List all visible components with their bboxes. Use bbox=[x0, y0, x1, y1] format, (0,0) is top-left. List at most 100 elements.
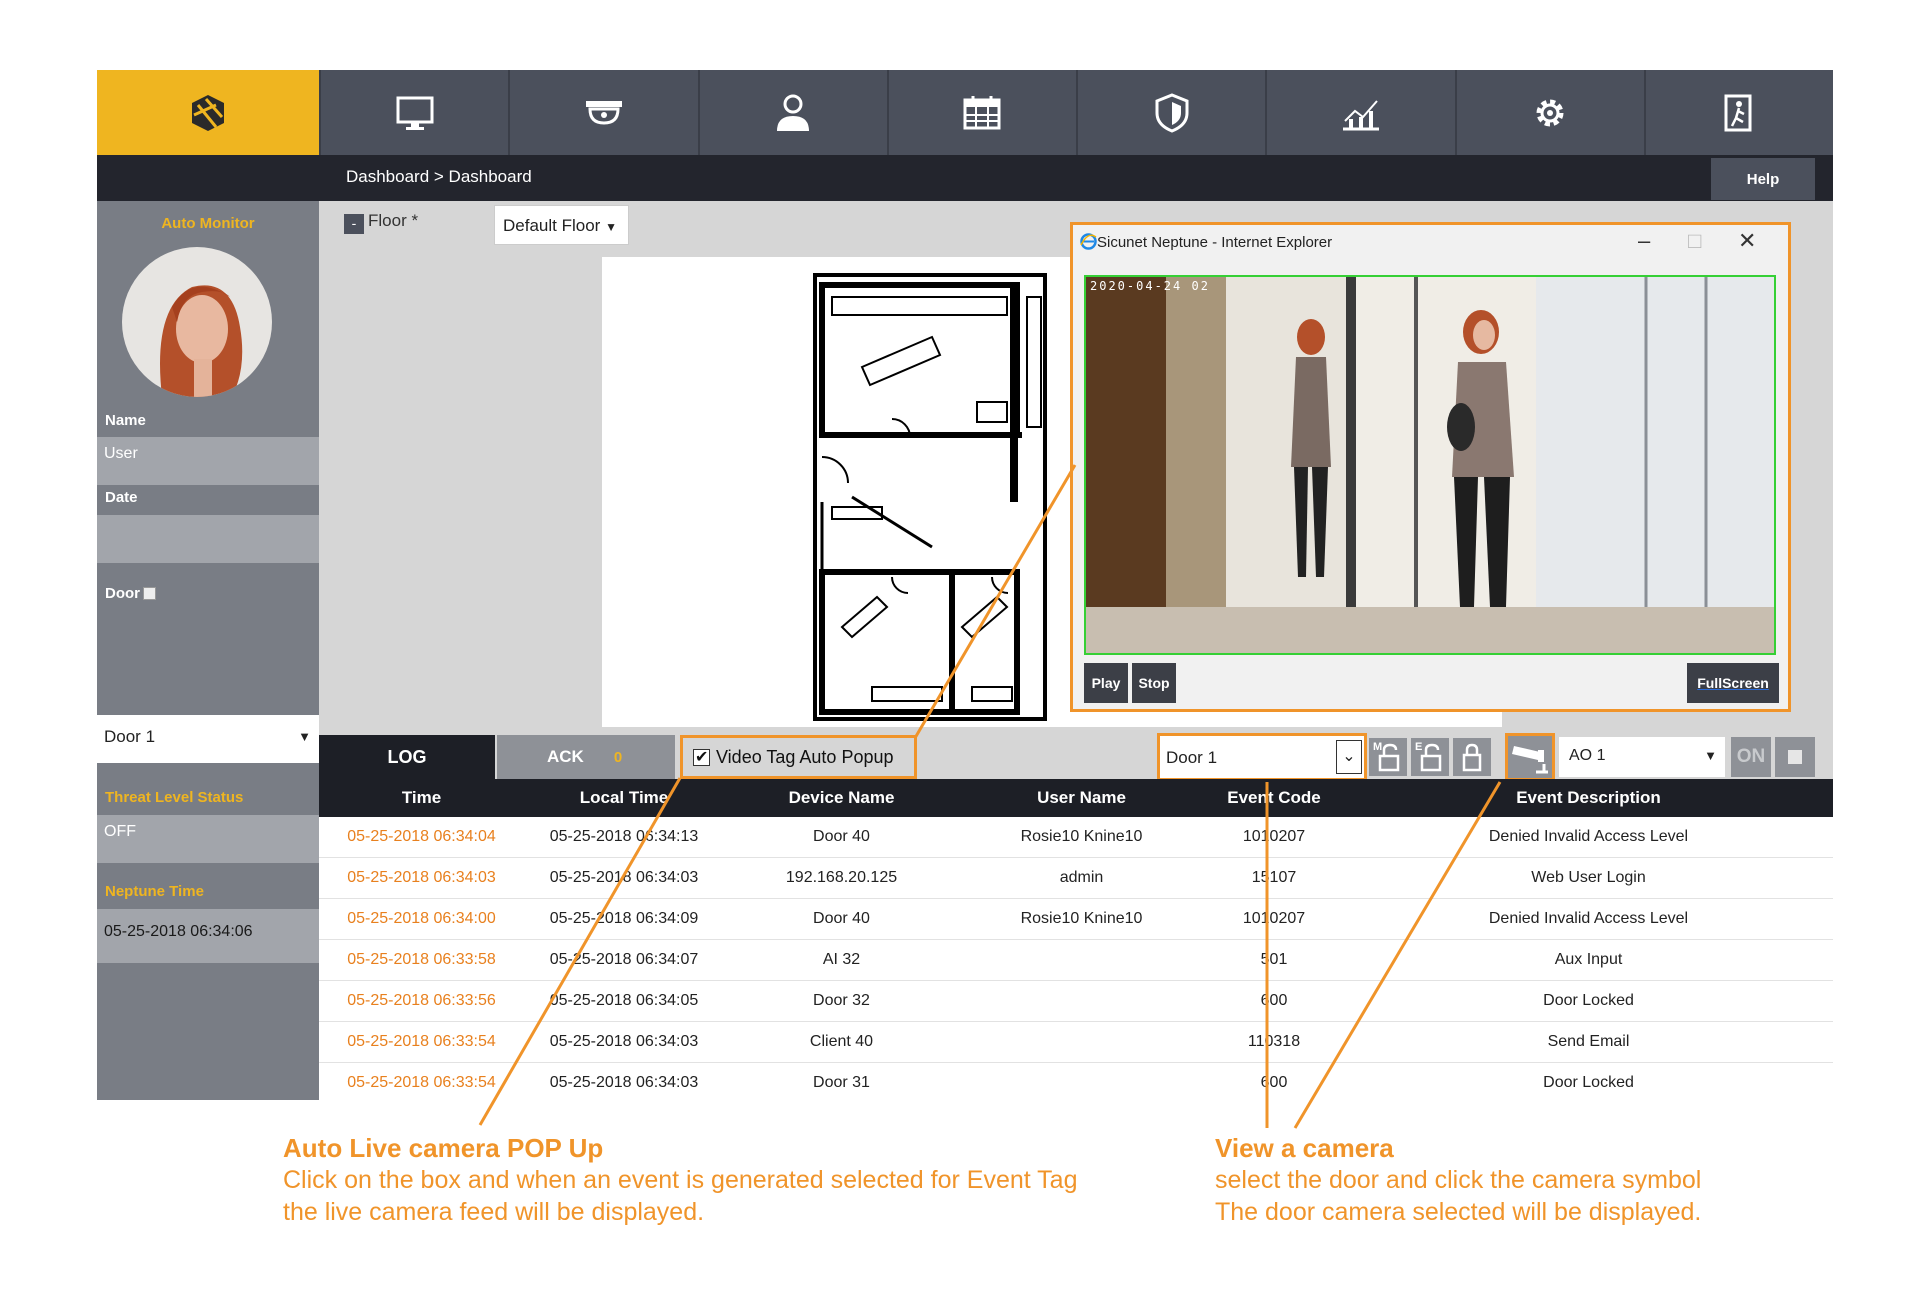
view-camera-button[interactable] bbox=[1505, 733, 1555, 781]
lock-icon[interactable] bbox=[1453, 738, 1491, 776]
door-checkbox[interactable] bbox=[143, 587, 156, 600]
table-row[interactable]: 05-25-2018 06:34:03 05-25-2018 06:34:03 19… bbox=[319, 858, 1833, 899]
cell-event-code: 600 bbox=[1260, 992, 1288, 1009]
col-event-description[interactable]: Event Description bbox=[1344, 779, 1833, 817]
maximize-icon[interactable]: □ bbox=[1688, 228, 1701, 254]
avatar bbox=[122, 247, 272, 397]
date-label: Date bbox=[105, 489, 138, 506]
table-body: 05-25-2018 06:34:04 05-25-2018 06:34:13 Do… bbox=[319, 817, 1833, 1100]
nav-settings[interactable] bbox=[1454, 70, 1644, 155]
col-event-code[interactable]: Event Code bbox=[1204, 779, 1344, 817]
minimize-icon[interactable]: – bbox=[1638, 228, 1650, 254]
door-select[interactable]: Door 1 ⌄ bbox=[1157, 733, 1367, 781]
table-row[interactable]: 05-25-2018 06:33:58 05-25-2018 06:34:07 AI… bbox=[319, 940, 1833, 981]
cell-time: 05-25-2018 06:33:56 bbox=[347, 992, 496, 1009]
live-camera-popup[interactable]: Sicunet Neptune - Internet Explorer – □ … bbox=[1070, 222, 1791, 712]
cell-user-name: admin bbox=[1059, 869, 1104, 886]
table-header: Time Local Time Device Name User Name Ev… bbox=[319, 779, 1833, 817]
gear-icon bbox=[1536, 99, 1564, 126]
floor-label-text: Floor * bbox=[368, 211, 419, 230]
cell-user-name bbox=[959, 940, 1204, 980]
fullscreen-button[interactable]: FullScreen bbox=[1687, 663, 1779, 703]
annotation-right-line1: select the door and click the camera sym… bbox=[1215, 1166, 1702, 1194]
help-button[interactable]: Help bbox=[1711, 158, 1815, 200]
ao-select-value: AO 1 bbox=[1569, 747, 1606, 764]
door-label-text: Door bbox=[105, 585, 140, 602]
floor-select[interactable]: Default Floor ▼ bbox=[494, 205, 629, 245]
nav-users[interactable] bbox=[697, 70, 887, 155]
ao-on-button[interactable]: ON bbox=[1731, 737, 1771, 777]
cell-local-time: 05-25-2018 06:34:09 bbox=[549, 910, 699, 927]
nav-camera[interactable] bbox=[508, 70, 697, 155]
play-button[interactable]: Play bbox=[1084, 663, 1128, 703]
monitor-icon bbox=[396, 96, 434, 130]
cell-event-description: Denied Invalid Access Level bbox=[1488, 828, 1689, 845]
floor-select-value: Default Floor bbox=[503, 216, 601, 235]
momentary-unlock-icon[interactable]: M bbox=[1369, 738, 1407, 776]
cell-user-name bbox=[959, 1063, 1204, 1100]
breadcrumb: Dashboard > Dashboard bbox=[346, 167, 532, 186]
calendar-icon bbox=[963, 95, 1001, 129]
cell-time: 05-25-2018 06:34:00 bbox=[347, 910, 496, 927]
video-tag-auto-popup-toggle[interactable]: Video Tag Auto Popup bbox=[680, 735, 917, 779]
table-row[interactable]: 05-25-2018 06:33:54 05-25-2018 06:34:03 Do… bbox=[319, 1063, 1833, 1100]
sidebar-door-select-value: Door 1 bbox=[104, 727, 156, 746]
extended-unlock-icon[interactable]: E bbox=[1411, 738, 1449, 776]
nav-security[interactable] bbox=[1076, 70, 1265, 155]
popup-title: Sicunet Neptune - Internet Explorer bbox=[1097, 234, 1333, 251]
threat-level-value: OFF bbox=[97, 815, 319, 863]
nav-reports[interactable] bbox=[1265, 70, 1454, 155]
date-value bbox=[97, 515, 319, 563]
table-row[interactable]: 05-25-2018 06:33:54 05-25-2018 06:34:03 Cl… bbox=[319, 1022, 1833, 1063]
shield-icon bbox=[1155, 92, 1189, 133]
cell-time: 05-25-2018 06:34:03 bbox=[347, 869, 496, 886]
cell-event-description: Send Email bbox=[1547, 1033, 1630, 1050]
ack-count-badge: 0 bbox=[613, 749, 623, 766]
annotation-right-title: View a camera bbox=[1215, 1133, 1394, 1163]
cell-local-time: 05-25-2018 06:34:03 bbox=[549, 1074, 699, 1091]
nav-monitor[interactable] bbox=[319, 70, 508, 155]
cell-time: 05-25-2018 06:34:04 bbox=[347, 828, 496, 845]
tab-ack-label: ACK bbox=[547, 747, 584, 766]
nav-home-logo[interactable] bbox=[97, 70, 319, 155]
neptune-time-label: Neptune Time bbox=[105, 883, 204, 900]
chevron-down-icon[interactable]: ⌄ bbox=[1336, 740, 1362, 774]
app-window: Dashboard > Dashboard Help Auto Monitor … bbox=[97, 70, 1833, 1100]
door-select-value: Door 1 bbox=[1166, 748, 1218, 767]
camera-video-feed[interactable]: 2020-04-24 02 bbox=[1084, 275, 1776, 655]
sidebar-door-select[interactable]: Door 1 ▼ bbox=[97, 715, 319, 763]
tab-ack[interactable]: ACK 0 bbox=[497, 735, 675, 779]
cell-user-name: Rosie10 Knine10 bbox=[1020, 828, 1143, 845]
table-row[interactable]: 05-25-2018 06:34:04 05-25-2018 06:34:13 Do… bbox=[319, 817, 1833, 858]
chevron-down-icon: ▼ bbox=[1704, 748, 1717, 763]
table-row[interactable]: 05-25-2018 06:34:00 05-25-2018 06:34:09 Do… bbox=[319, 899, 1833, 940]
col-time[interactable]: Time bbox=[319, 779, 524, 817]
video-tag-checkbox[interactable] bbox=[693, 747, 710, 767]
col-local-time[interactable]: Local Time bbox=[524, 779, 724, 817]
svg-text:M: M bbox=[1373, 741, 1382, 753]
cell-local-time: 05-25-2018 06:34:07 bbox=[549, 951, 699, 968]
cell-device-name: Door 31 bbox=[813, 1074, 870, 1091]
cell-device-name: Door 32 bbox=[813, 992, 870, 1009]
top-nav bbox=[97, 70, 1833, 155]
table-row[interactable]: 05-25-2018 06:33:56 05-25-2018 06:34:05 Do… bbox=[319, 981, 1833, 1022]
nav-logout[interactable] bbox=[1643, 70, 1833, 155]
floor-label: - Floor * bbox=[344, 211, 418, 234]
cell-event-code: 110318 bbox=[1247, 1033, 1301, 1050]
ao-off-button[interactable] bbox=[1775, 737, 1815, 777]
chart-icon bbox=[1342, 99, 1379, 130]
cell-event-code: 15107 bbox=[1251, 869, 1297, 886]
cell-event-description: Denied Invalid Access Level bbox=[1488, 910, 1689, 927]
ao-select[interactable]: AO 1 ▼ bbox=[1559, 737, 1725, 777]
col-user-name[interactable]: User Name bbox=[959, 779, 1204, 817]
cell-device-name: Door 40 bbox=[813, 828, 870, 845]
annotation-right-line2: The door camera selected will be display… bbox=[1215, 1198, 1702, 1226]
nav-schedule[interactable] bbox=[886, 70, 1076, 155]
stop-button[interactable]: Stop bbox=[1132, 663, 1176, 703]
cell-event-description: Door Locked bbox=[1543, 1074, 1634, 1091]
collapse-minus-icon[interactable]: - bbox=[344, 214, 364, 234]
tab-log[interactable]: LOG bbox=[319, 735, 495, 779]
close-icon[interactable]: ✕ bbox=[1738, 228, 1756, 254]
col-device-name[interactable]: Device Name bbox=[724, 779, 959, 817]
internet-explorer-icon bbox=[1080, 233, 1097, 250]
